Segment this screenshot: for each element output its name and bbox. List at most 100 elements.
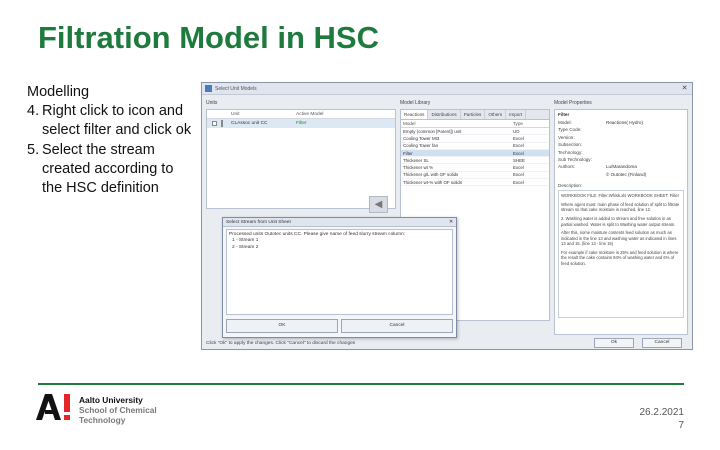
property-key: Authors: — [558, 164, 576, 170]
list-item[interactable]: 2 - Stream 2 — [229, 245, 450, 251]
list-item[interactable]: Cooling Tower fan Excel — [401, 143, 549, 150]
property-value — [606, 127, 684, 134]
org-line-1: Aalto University — [79, 395, 143, 405]
library-tabs: Reactions Distributions Particles Others… — [401, 110, 549, 120]
description-text: WORKBOOK FILE: Filter.Whisk.xls WORKBOOK… — [558, 190, 684, 319]
step-item: 4. Right click to icon and select filter… — [27, 102, 197, 140]
arrow-left-icon[interactable]: ◀ — [369, 196, 388, 213]
list-item-selected[interactable]: Filter Excel — [401, 149, 549, 158]
property-key: Subsection: — [558, 142, 583, 148]
property-value — [606, 135, 684, 142]
property-row: Model: Reactions( Hydro) — [558, 120, 684, 127]
table-row[interactable]: CLAssoc unit CC Filter — [207, 119, 395, 128]
footer-divider — [38, 383, 684, 385]
list-item[interactable]: Thickener wt % Excel — [401, 164, 549, 172]
org-line-2: School of Chemical — [79, 405, 157, 415]
select-unit-models-window: Select Unit Models ✕ Units Unit Active M… — [201, 82, 693, 350]
tab-particles[interactable]: Particles — [461, 110, 486, 119]
active-model-cell: Filter — [296, 121, 307, 126]
status-text: Click "Ok" to apply the changes. Click "… — [206, 341, 356, 346]
step-text: Right click to icon and select filter an… — [42, 103, 192, 139]
model-name: Empty (common [Parent]) unit — [403, 128, 462, 134]
list-item[interactable]: Thickener wt-% with OF solids Excel — [401, 179, 549, 187]
property-row: Authors: Lu/Marandoma — [558, 164, 684, 171]
cancel-button[interactable]: Cancel — [642, 338, 682, 348]
description-paragraph: 2. Washing water is added to stream and … — [561, 215, 676, 227]
dialog-titlebar: Select Stream from Unit Sheet ✕ — [223, 218, 456, 227]
property-value: Reactions( Hydro) — [606, 120, 644, 125]
model-name: Filter — [403, 150, 413, 156]
tab-others[interactable]: Others — [485, 110, 507, 119]
app-icon — [205, 85, 212, 92]
property-value: © Outotec (Finland) — [606, 171, 647, 177]
model-type: Excel — [513, 172, 524, 178]
property-value — [606, 150, 684, 157]
model-type: Excel — [513, 150, 524, 156]
property-key: Sub Technology: — [558, 156, 592, 162]
model-name: Cooling Tower Mt3 — [403, 135, 440, 141]
property-key: Version: — [558, 134, 575, 140]
model-properties-label: Model Properties — [554, 100, 592, 106]
step-text: Select the stream created according to t… — [42, 141, 174, 197]
model-name: Thickener g/L with OF solids — [403, 172, 459, 178]
list-item[interactable]: Cooling Tower Mt3 Excel — [401, 135, 549, 143]
property-value: Lu/Marandoma — [606, 164, 637, 170]
property-key: Type Code: — [558, 127, 582, 133]
close-icon[interactable]: ✕ — [680, 84, 689, 93]
tab-distributions[interactable]: Distributions — [428, 110, 461, 119]
description-paragraph: Where agent must: main phase of feed sol… — [561, 201, 680, 213]
list-item[interactable]: Thickener SL SHEE — [401, 157, 549, 165]
units-label: Units — [206, 100, 218, 106]
window-title: Select Unit Models — [215, 85, 257, 92]
slide-title: Filtration Model in HSC — [38, 20, 379, 55]
ok-button[interactable]: Ok — [594, 338, 634, 348]
window-titlebar: Select Unit Models ✕ — [202, 83, 692, 95]
step-number: 5. — [27, 141, 40, 158]
dialog-ok-button[interactable]: OK — [226, 319, 338, 333]
description-paragraph: For example if cake moisture is 25% and … — [561, 249, 679, 267]
library-table-header: Model Type — [401, 120, 549, 128]
tab-reactions[interactable]: Reactions — [401, 110, 429, 119]
model-library-label: Model Library — [400, 100, 431, 106]
tab-import[interactable]: Import — [506, 110, 527, 119]
units-table: Unit Active Model CLAssoc unit CC Filter — [206, 109, 396, 209]
aalto-logo — [36, 394, 70, 420]
select-stream-dialog: Select Stream from Unit Sheet ✕ Processe… — [222, 217, 457, 338]
units-table-header: Unit Active Model — [207, 110, 395, 119]
model-name: Thickener SL — [403, 157, 429, 163]
property-row: Type Code: — [558, 127, 684, 134]
model-name: Cooling Tower fan — [403, 143, 439, 149]
property-value — [606, 157, 684, 164]
page-number: 7 — [678, 420, 684, 431]
description-paragraph: WORKBOOK FILE: Filter.Whisk.xls WORKBOOK… — [561, 193, 679, 199]
org-line-3: Technology — [79, 415, 126, 425]
model-type: SHEE — [513, 157, 525, 163]
stream-list: Processed units Outotec units CC. Please… — [226, 229, 453, 315]
column-header-model: Model — [403, 121, 416, 126]
model-properties-panel: Filter Model: Reactions( Hydro) Type Code… — [554, 109, 688, 335]
unit-cell: CLAssoc unit CC — [231, 121, 268, 126]
column-header-unit: Unit — [231, 111, 240, 117]
close-icon[interactable]: ✕ — [449, 220, 453, 225]
property-row: Subsection: — [558, 142, 684, 149]
list-item[interactable]: Thickener g/L with OF solids Excel — [401, 172, 549, 180]
dialog-cancel-button[interactable]: Cancel — [341, 319, 453, 333]
organization-name: Aalto University School of Chemical Tech… — [79, 395, 157, 425]
dialog-title: Select Stream from Unit Sheet — [226, 219, 291, 225]
steps-heading: Modelling — [27, 84, 90, 100]
list-item[interactable]: Empty (common [Parent]) unit UO — [401, 128, 549, 136]
property-key — [558, 172, 606, 179]
steps-list: Modelling 4. Right click to icon and sel… — [27, 83, 197, 198]
property-row: Technology: — [558, 150, 684, 157]
slide-date: 26.2.2021 — [639, 407, 685, 418]
row-checkbox[interactable] — [211, 121, 217, 126]
model-type: UO — [513, 128, 520, 134]
model-type: Excel — [513, 179, 524, 185]
model-type: Excel — [513, 143, 524, 149]
model-name: Thickener wt % — [403, 165, 434, 171]
property-key: Model: — [558, 120, 572, 125]
property-row: © Outotec (Finland) — [558, 172, 684, 179]
property-key: Technology: — [558, 149, 583, 155]
description-paragraph: After this, some moisture contents feed … — [561, 230, 677, 247]
description-label: Description: — [558, 183, 583, 189]
